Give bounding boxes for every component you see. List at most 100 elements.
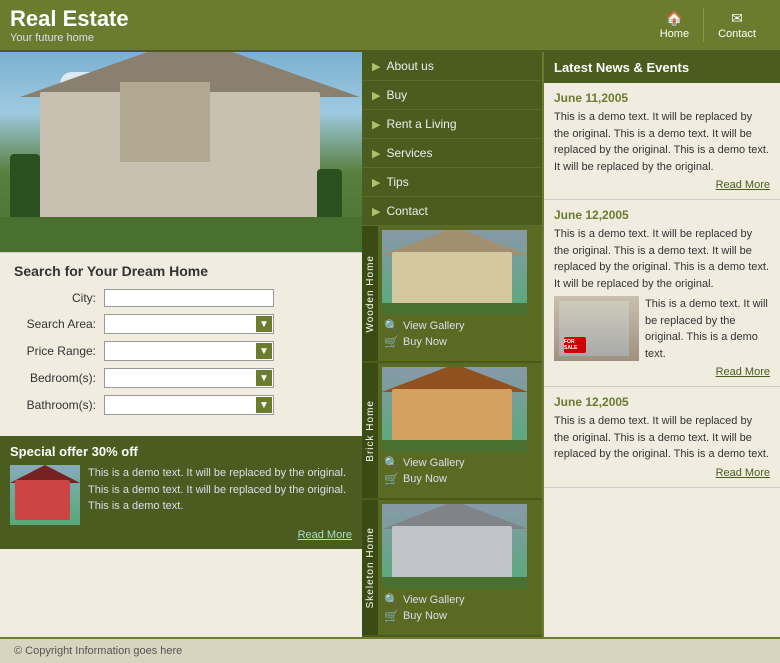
- news-date-3: June 12,2005: [554, 395, 770, 409]
- nav-arrow-icon: ▶: [372, 89, 380, 102]
- news-title: Latest News & Events: [554, 60, 689, 75]
- property-wooden-home: Wooden Home 🔍 View Gallery 🛒 Buy Now: [362, 226, 542, 363]
- bedrooms-row: Bedroom(s): ▼: [14, 368, 348, 388]
- price-range-select[interactable]: [104, 341, 274, 361]
- camera-icon: 🔍: [384, 319, 399, 333]
- price-range-select-wrap: ▼: [104, 341, 274, 361]
- news-read-more-3[interactable]: Read More: [554, 467, 770, 479]
- property-skeleton-label-text: Skeleton Home: [365, 527, 376, 608]
- house-shape-decoration: [40, 92, 320, 222]
- main-wrapper: Search for Your Dream Home City: Search …: [0, 52, 780, 637]
- brick-view-gallery-button[interactable]: 🔍 View Gallery: [384, 456, 536, 470]
- nav-rent-a-living[interactable]: ▶ Rent a Living: [362, 110, 542, 139]
- nav-arrow-icon: ▶: [372, 176, 380, 189]
- search-title: Search for Your Dream Home: [14, 263, 348, 279]
- special-offer-title: Special offer 30% off: [10, 444, 352, 459]
- nav-menu: ▶ About us ▶ Buy ▶ Rent a Living ▶ Servi…: [362, 52, 542, 226]
- city-row: City:: [14, 289, 348, 307]
- skeleton-view-gallery-button[interactable]: 🔍 View Gallery: [384, 593, 536, 607]
- property-skeleton-image: [382, 504, 527, 589]
- tree-right-decoration: [317, 169, 342, 224]
- news-image-2: FOR SALE: [554, 296, 639, 361]
- property-skeleton-home: Skeleton Home 🔍 View Gallery 🛒 Buy Now: [362, 500, 542, 637]
- left-column: Search for Your Dream Home City: Search …: [0, 52, 362, 637]
- property-brick-label-text: Brick Home: [365, 400, 376, 462]
- property-brick-home: Brick Home 🔍 View Gallery 🛒 Buy Now: [362, 363, 542, 500]
- news-item-2: June 12,2005 This is a demo text. It wil…: [544, 200, 780, 387]
- search-area-select-wrap: ▼: [104, 314, 274, 334]
- nav-tips[interactable]: ▶ Tips: [362, 168, 542, 197]
- skeleton-buy-now-button[interactable]: 🛒 Buy Now: [384, 609, 536, 623]
- news-header: Latest News & Events: [544, 52, 780, 83]
- news-text-2-right: This is a demo text. It will be replaced…: [645, 296, 770, 362]
- property-brick-label: Brick Home: [362, 363, 378, 498]
- property-wooden-label: Wooden Home: [362, 226, 378, 361]
- footer-text: © Copyright Information goes here: [14, 645, 182, 657]
- search-area-label: Search Area:: [14, 317, 104, 331]
- news-item-3: June 12,2005 This is a demo text. It wil…: [544, 387, 780, 488]
- nav-arrow-icon: ▶: [372, 205, 380, 218]
- nav-contact-button[interactable]: ✉ Contact: [703, 8, 770, 42]
- search-area-select[interactable]: [104, 314, 274, 334]
- property-skeleton-content: 🔍 View Gallery 🛒 Buy Now: [378, 500, 542, 635]
- news-text-2b: This is a demo text. It will be replaced…: [645, 296, 770, 362]
- bathrooms-row: Bathroom(s): ▼: [14, 395, 348, 415]
- for-sale-sign: FOR SALE: [564, 337, 586, 353]
- prop-house-decoration: [392, 526, 512, 581]
- bathrooms-select-wrap: ▼: [104, 395, 274, 415]
- for-sale-text: FOR SALE: [564, 339, 586, 351]
- footer: © Copyright Information goes here: [0, 637, 780, 663]
- skeleton-view-gallery-label: View Gallery: [403, 594, 465, 606]
- wooden-buy-now-label: Buy Now: [403, 336, 447, 348]
- tree-left-decoration: [10, 154, 40, 224]
- home-nav-label: Home: [660, 28, 689, 40]
- contact-icon: ✉: [731, 10, 743, 27]
- price-range-row: Price Range: ▼: [14, 341, 348, 361]
- prop-house-decoration: [392, 389, 512, 444]
- nav-rent-label: Rent a Living: [386, 117, 456, 131]
- brick-buy-now-label: Buy Now: [403, 473, 447, 485]
- offer-read-more-link[interactable]: Read More: [10, 529, 352, 541]
- bedrooms-select[interactable]: [104, 368, 274, 388]
- brick-buy-now-button[interactable]: 🛒 Buy Now: [384, 472, 536, 486]
- header-navigation: 🏠 Home ✉ Contact: [646, 8, 770, 42]
- special-offer-section: Special offer 30% off This is a demo tex…: [0, 436, 362, 549]
- nav-buy[interactable]: ▶ Buy: [362, 81, 542, 110]
- house-details-decoration: [120, 82, 210, 162]
- offer-content: This is a demo text. It will be replaced…: [10, 465, 352, 525]
- offer-house-decoration: [15, 480, 70, 520]
- nav-arrow-icon: ▶: [372, 147, 380, 160]
- bedrooms-select-wrap: ▼: [104, 368, 274, 388]
- property-skeleton-label: Skeleton Home: [362, 500, 378, 635]
- search-area-row: Search Area: ▼: [14, 314, 348, 334]
- bathrooms-select[interactable]: [104, 395, 274, 415]
- wooden-view-gallery-button[interactable]: 🔍 View Gallery: [384, 319, 536, 333]
- site-title: Real Estate: [10, 6, 129, 32]
- offer-text: This is a demo text. It will be replaced…: [88, 465, 352, 515]
- nav-services[interactable]: ▶ Services: [362, 139, 542, 168]
- nav-arrow-icon: ▶: [372, 118, 380, 131]
- news-date-1: June 11,2005: [554, 91, 770, 105]
- nav-about-us[interactable]: ▶ About us: [362, 52, 542, 81]
- nav-arrow-icon: ▶: [372, 60, 380, 73]
- home-icon: 🏠: [666, 10, 683, 27]
- news-date-2: June 12,2005: [554, 208, 770, 222]
- header-branding: Real Estate Your future home: [10, 6, 129, 44]
- nav-about-us-label: About us: [386, 59, 433, 73]
- camera-icon: 🔍: [384, 593, 399, 607]
- header: Real Estate Your future home 🏠 Home ✉ Co…: [0, 0, 780, 52]
- property-skeleton-actions: 🔍 View Gallery 🛒 Buy Now: [382, 589, 538, 631]
- nav-home-button[interactable]: 🏠 Home: [646, 8, 703, 42]
- camera-icon: 🔍: [384, 456, 399, 470]
- wooden-buy-now-button[interactable]: 🛒 Buy Now: [384, 335, 536, 349]
- nav-buy-label: Buy: [386, 88, 407, 102]
- right-column: Latest News & Events June 11,2005 This i…: [542, 52, 780, 637]
- news-read-more-2[interactable]: Read More: [554, 366, 770, 378]
- nav-contact[interactable]: ▶ Contact: [362, 197, 542, 226]
- city-input[interactable]: [104, 289, 274, 307]
- news-read-more-1[interactable]: Read More: [554, 179, 770, 191]
- city-label: City:: [14, 291, 104, 305]
- property-wooden-content: 🔍 View Gallery 🛒 Buy Now: [378, 226, 542, 361]
- cart-icon: 🛒: [384, 609, 399, 623]
- cart-icon: 🛒: [384, 335, 399, 349]
